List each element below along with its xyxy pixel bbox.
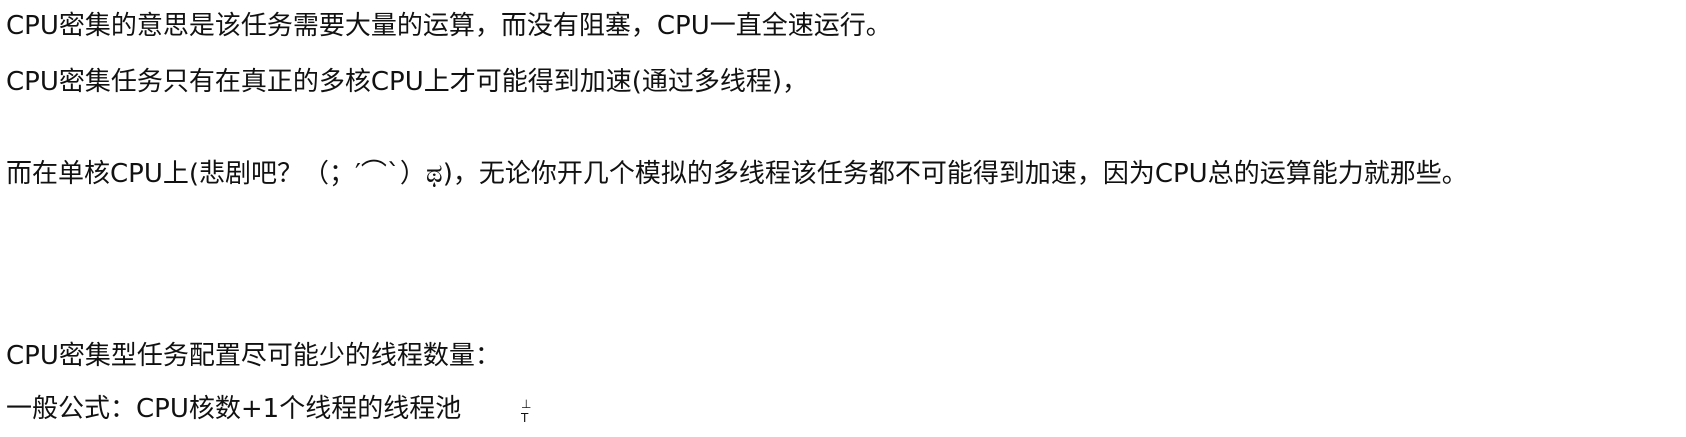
cursor-top-glyph: ⊥ — [521, 397, 532, 411]
text-line-2: CPU密集任务只有在真正的多核CPU上才可能得到加速(通过多线程)， — [6, 67, 809, 97]
document-page: { "lines": [ "CPU密集的意思是该任务需要大量的运算，而没有阻塞，… — [0, 0, 1686, 437]
text-cursor-icon: ⊥ T — [518, 392, 534, 426]
text-line-3: 而在单核CPU上(悲剧吧？（；′⌒`）ಥ)，无论你开几个模拟的多线程该任务都不可… — [6, 159, 1468, 189]
text-line-4: CPU密集型任务配置尽可能少的线程数量： — [6, 341, 501, 371]
text-line-5: 一般公式：CPU核数+1个线程的线程池 — [6, 394, 462, 424]
cursor-bottom-glyph: T — [521, 411, 529, 425]
text-line-1: CPU密集的意思是该任务需要大量的运算，而没有阻塞，CPU一直全速运行。 — [6, 11, 892, 41]
